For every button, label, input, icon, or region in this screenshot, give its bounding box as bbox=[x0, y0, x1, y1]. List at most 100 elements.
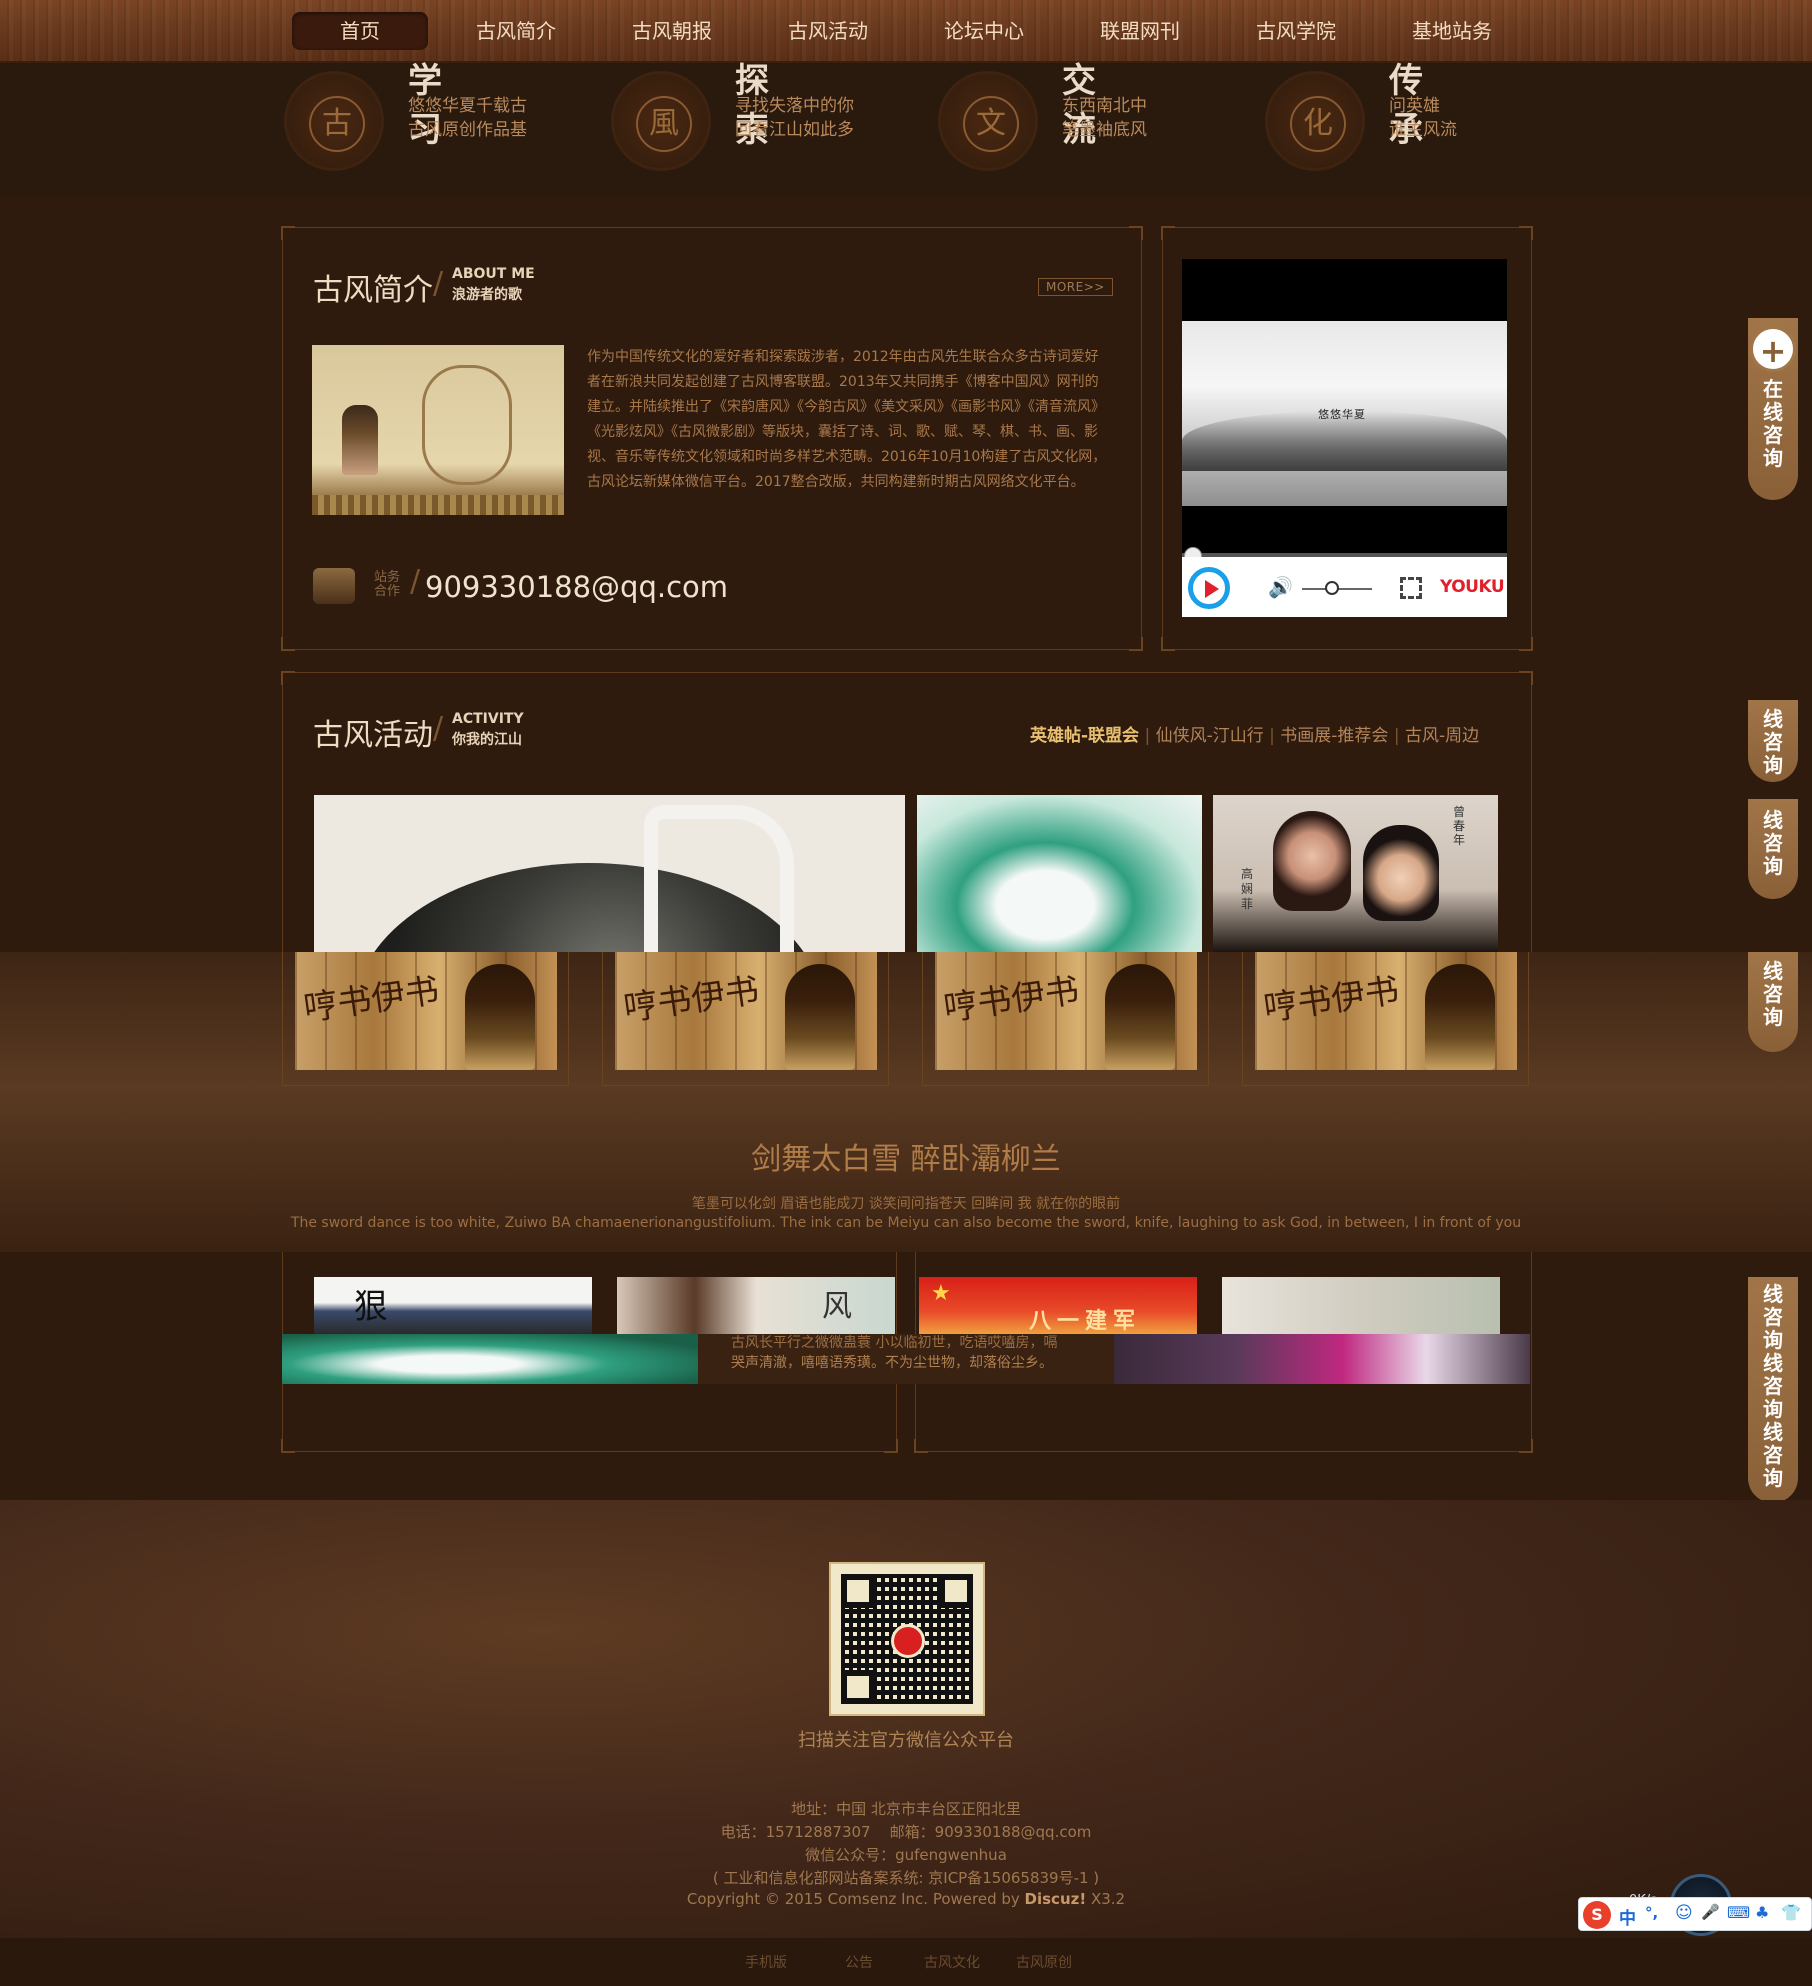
video-frame: 悠悠华夏 bbox=[1182, 321, 1507, 506]
slide-image-purple[interactable] bbox=[1114, 1334, 1530, 1384]
footer-copyright: Copyright © 2015 Comsenz Inc. Powered by… bbox=[686, 1890, 1126, 1908]
fullscreen-icon[interactable] bbox=[1400, 577, 1422, 599]
nav-item-journal[interactable]: 联盟网刊 bbox=[1072, 12, 1208, 50]
sogou-logo-icon[interactable]: S bbox=[1583, 1901, 1611, 1929]
online-consult-tab[interactable]: 线咨询 线咨询 线咨询 bbox=[1748, 1277, 1798, 1503]
banner-line-en: The sword dance is too white, Zuiwo BA c… bbox=[290, 1215, 1522, 1231]
title-slash: / bbox=[433, 711, 444, 746]
bottom-link-culture[interactable]: 古风文化 bbox=[924, 1952, 980, 1972]
star-icon: ★ bbox=[931, 1281, 951, 1306]
lower-image-2[interactable]: 风 bbox=[617, 1277, 895, 1334]
nav-item-academy[interactable]: 古风学院 bbox=[1228, 12, 1364, 50]
title-slash: / bbox=[433, 266, 444, 301]
online-consult-tab[interactable]: 线咨询 bbox=[1748, 952, 1798, 1052]
bottom-bar: 手机版 公告 古风文化 古风原创 bbox=[0, 1938, 1812, 1986]
thumb-image[interactable]: 哼书伊书 bbox=[935, 952, 1197, 1070]
thumb-image[interactable]: 哼书伊书 bbox=[295, 952, 557, 1070]
activity-image-ink[interactable] bbox=[314, 795, 905, 952]
nav-item-news[interactable]: 古风朝报 bbox=[604, 12, 740, 50]
qr-code bbox=[829, 1562, 985, 1716]
qr-caption: 扫描关注官方微信公众平台 bbox=[798, 1730, 1014, 1751]
contact-label: 站务 合作 bbox=[374, 570, 401, 599]
lower-image-4[interactable] bbox=[1222, 1277, 1500, 1334]
volume-icon[interactable]: 🔊 bbox=[1268, 575, 1293, 599]
figure-icon bbox=[465, 964, 535, 1070]
tools-icon[interactable]: ♣ bbox=[1755, 1903, 1769, 1922]
banner-title: 剑舞太白雪 醉卧灞柳兰 bbox=[751, 1142, 1061, 1177]
bottom-link-mobile[interactable]: 手机版 bbox=[745, 1952, 787, 1972]
footer-icp[interactable]: ( 工业和信息化部网站备案系统: 京ICP备15065839号-1 ) bbox=[0, 1867, 1812, 1888]
feature-line: 东西南北中 bbox=[1062, 96, 1147, 116]
footer-wechat: 微信公众号：gufengwenhua bbox=[805, 1846, 1007, 1864]
contact-email[interactable]: 909330188@qq.com bbox=[425, 570, 728, 604]
feature-line: 寻找失落中的你 bbox=[735, 96, 854, 116]
footer-contact: 电话：15712887307 邮箱：909330188@qq.com bbox=[720, 1823, 1092, 1841]
thumb-image[interactable]: 哼书伊书 bbox=[1255, 952, 1517, 1070]
about-subtitle-en: ABOUT ME bbox=[452, 266, 535, 282]
lower-image-3[interactable]: ★ 八一建军 bbox=[919, 1277, 1197, 1334]
feature-line: 谁主风流 bbox=[1389, 120, 1457, 140]
about-title: 古风简介 bbox=[313, 273, 433, 308]
video-overlay-text: 悠悠华夏 bbox=[1318, 408, 1366, 421]
online-consult-button[interactable]: + 在线咨询 bbox=[1748, 318, 1798, 500]
youku-logo: YOUKU bbox=[1440, 577, 1505, 597]
activity-tab[interactable]: 书画展-推荐会 bbox=[1280, 726, 1388, 746]
nav-item-station[interactable]: 基地站务 bbox=[1384, 12, 1520, 50]
figure-icon bbox=[1105, 964, 1175, 1070]
video-player[interactable]: 悠悠华夏 🔊 YOUKU bbox=[1182, 259, 1507, 617]
contact-slash: / bbox=[410, 564, 421, 599]
nav-item-forum[interactable]: 论坛中心 bbox=[916, 12, 1052, 50]
activity-tabs: 英雄帖-联盟会 | 仙侠风-汀山行 | 书画展-推荐会 | 古风-周边 bbox=[1030, 726, 1480, 746]
slide-text-card[interactable]: 古风长平行之微微蛊蓑 小以临初世，吃语哎嗑房，嗝 哭声清澈，嘻嘻语秀璜。不为尘世… bbox=[698, 1334, 1114, 1384]
feature-line: 悠悠华夏千载古 bbox=[408, 96, 527, 116]
play-button[interactable] bbox=[1188, 567, 1230, 609]
feature-seal-icon: 文 bbox=[938, 71, 1038, 171]
phone-icon bbox=[313, 568, 355, 604]
ime-toolbar: S 中 °, ☺ 🎤 ⌨ ♣ 👕 bbox=[1578, 1897, 1812, 1931]
activity-tab[interactable]: 古风-周边 bbox=[1405, 726, 1479, 746]
skin-icon[interactable]: 👕 bbox=[1781, 1903, 1801, 1922]
about-text: 作为中国传统文化的爱好者和探索跋涉者，2012年由古风先生联合众多古诗词爱好者在… bbox=[587, 349, 1107, 490]
thumb-image[interactable]: 哼书伊书 bbox=[615, 952, 877, 1070]
activity-image-poster[interactable]: 曾春年 高娴菲 bbox=[1213, 795, 1498, 952]
feature-line: 笔墨袖底风 bbox=[1062, 120, 1147, 140]
play-icon bbox=[1205, 580, 1219, 598]
slide-image-jade[interactable] bbox=[282, 1334, 698, 1384]
feature-line: 回看江山如此多 bbox=[735, 120, 854, 140]
person-icon bbox=[1363, 825, 1439, 921]
ime-punct-icon[interactable]: °, bbox=[1645, 1904, 1658, 1922]
nav-item-home[interactable]: 首页 bbox=[292, 12, 428, 50]
online-consult-tab[interactable]: 线咨询 bbox=[1748, 799, 1798, 899]
nav-item-intro[interactable]: 古风简介 bbox=[448, 12, 584, 50]
activity-tab[interactable]: 英雄帖-联盟会 bbox=[1030, 726, 1139, 746]
about-subtitle-cn: 浪游者的歌 bbox=[452, 287, 522, 303]
banner-line-cn: 笔墨可以化剑 眉语也能成刀 谈笑间问指苍天 回眸间 我 就在你的眼前 bbox=[691, 1196, 1121, 1212]
bottom-link-original[interactable]: 古风原创 bbox=[1016, 1952, 1072, 1972]
keyboard-icon[interactable]: ⌨ bbox=[1727, 1903, 1750, 1922]
volume-handle[interactable] bbox=[1325, 581, 1339, 595]
activity-title: 古风活动 bbox=[313, 718, 433, 753]
person-icon bbox=[1273, 811, 1351, 911]
feature-seal-icon: 化 bbox=[1265, 71, 1365, 171]
more-link[interactable]: MORE>> bbox=[1038, 278, 1113, 296]
nav-item-activity[interactable]: 古风活动 bbox=[760, 12, 896, 50]
feature-strip: 古 学习 悠悠华夏千载古 古风原创作品基 風 探索 寻找失落中的你 回看江山如此… bbox=[0, 61, 1812, 196]
about-image bbox=[312, 345, 564, 515]
mic-icon[interactable]: 🎤 bbox=[1701, 1903, 1720, 1921]
footer-address: 地址：中国 北京市丰台区正阳北里 bbox=[791, 1800, 1021, 1818]
logo-icon bbox=[891, 1624, 925, 1658]
lower-image-1[interactable]: 狠 bbox=[314, 1277, 592, 1334]
ime-lang-toggle[interactable]: 中 bbox=[1619, 1904, 1636, 1929]
feature-seal-icon: 風 bbox=[611, 71, 711, 171]
activity-tab[interactable]: 仙侠风-汀山行 bbox=[1156, 726, 1264, 746]
emoji-icon[interactable]: ☺ bbox=[1675, 1903, 1693, 1923]
plus-icon: + bbox=[1750, 326, 1796, 372]
online-consult-tab[interactable]: 线咨询 bbox=[1748, 700, 1798, 782]
video-controls: 🔊 YOUKU bbox=[1182, 557, 1507, 617]
activity-subtitle-en: ACTIVITY bbox=[452, 711, 524, 727]
figure-icon bbox=[1425, 964, 1495, 1070]
feature-line: 问英雄 bbox=[1389, 96, 1440, 116]
bottom-link-notice[interactable]: 公告 bbox=[845, 1952, 873, 1972]
activity-image-jade[interactable] bbox=[917, 795, 1202, 952]
discuz-link[interactable]: Discuz! bbox=[1025, 1890, 1087, 1908]
